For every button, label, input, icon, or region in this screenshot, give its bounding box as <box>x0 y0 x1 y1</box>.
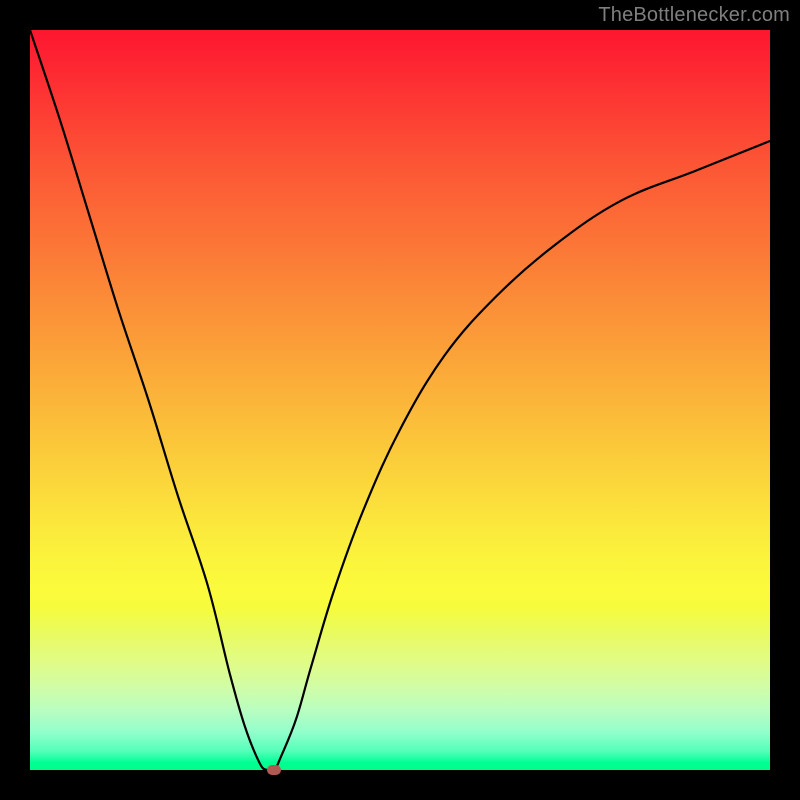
plot-area <box>30 30 770 770</box>
bottleneck-curve <box>30 30 770 770</box>
attribution-label: TheBottlenecker.com <box>598 4 790 27</box>
curve-svg <box>30 30 770 770</box>
chart-frame: TheBottlenecker.com <box>0 0 800 800</box>
optimal-point-marker <box>267 765 281 775</box>
